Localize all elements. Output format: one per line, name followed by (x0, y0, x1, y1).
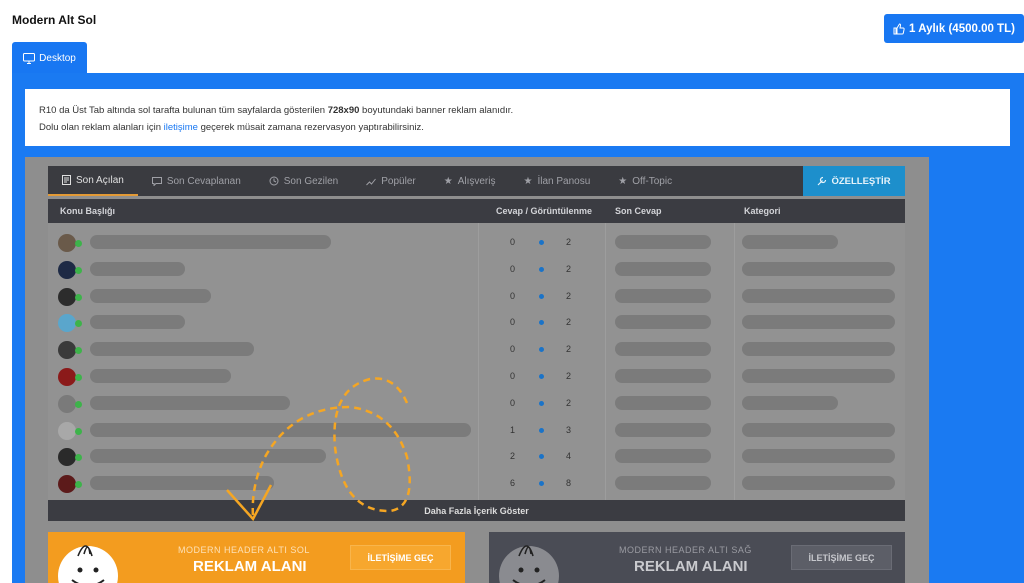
price-button-label: 1 Aylık (4500.00 TL) (909, 22, 1015, 35)
thumbs-up-icon (893, 22, 905, 34)
page-title: Modern Alt Sol (12, 13, 97, 27)
info-size: 728x90 (327, 105, 360, 116)
info-line-2: Dolu olan reklam alanları için iletişime… (39, 119, 996, 136)
info-text: boyutundaki banner reklam alanıdır. (359, 105, 514, 116)
info-text: geçerek müsait zamana rezervasyon yaptır… (197, 122, 424, 133)
info-line-1: R10 da Üst Tab altında sol tarafta bulun… (39, 102, 996, 119)
info-text: Dolu olan reklam alanları için (39, 122, 164, 133)
monitor-icon (23, 52, 36, 64)
info-text: R10 da Üst Tab altında sol tarafta bulun… (39, 105, 328, 116)
highlight-arrow-icon (226, 377, 411, 522)
price-button[interactable]: 1 Aylık (4500.00 TL) (884, 14, 1024, 43)
tab-desktop[interactable]: Desktop (12, 42, 87, 74)
tab-desktop-label: Desktop (39, 52, 76, 64)
ad-preview: Son Açılan Son Cevaplanan Son Gezilen Po… (25, 157, 929, 583)
info-box: R10 da Üst Tab altında sol tarafta bulun… (25, 89, 1010, 146)
contact-link[interactable]: iletişime (164, 122, 198, 133)
